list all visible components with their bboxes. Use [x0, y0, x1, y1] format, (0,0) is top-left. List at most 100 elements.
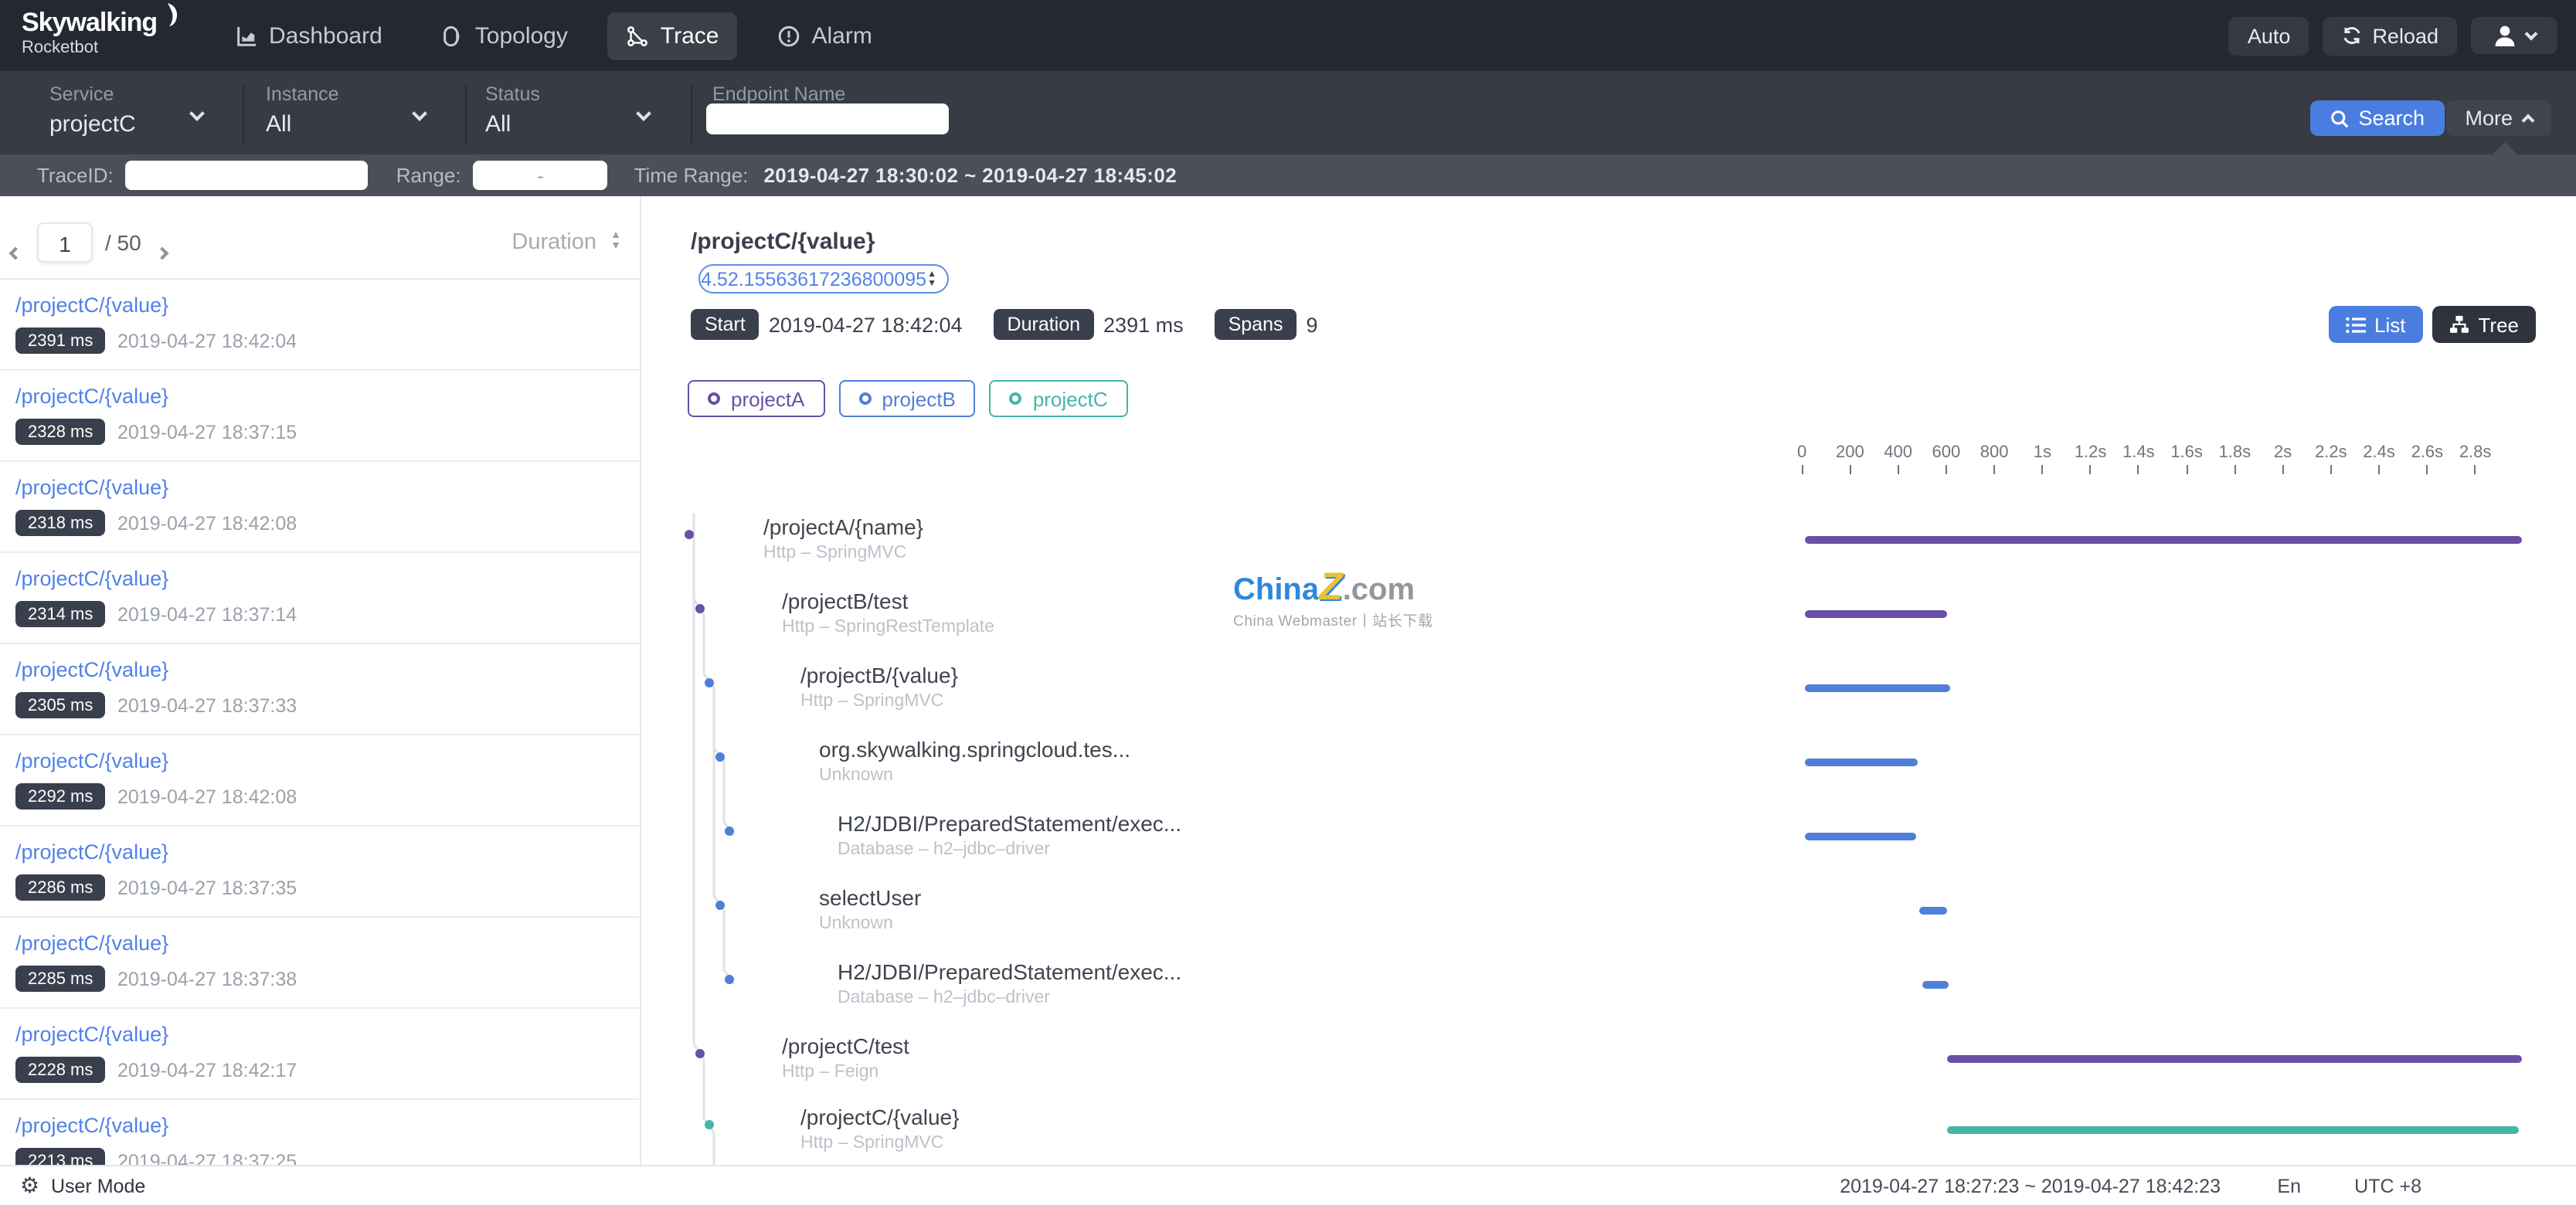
- span-bar[interactable]: [1922, 980, 1949, 988]
- span-name[interactable]: /projectA/{name}: [763, 514, 923, 539]
- duration-badge: 2391 ms: [15, 328, 105, 354]
- span-bar[interactable]: [1806, 832, 1917, 840]
- sort-arrows-icon[interactable]: ▲▼: [610, 230, 621, 252]
- trace-list-item[interactable]: /projectC/{value} 2328 ms 2019-04-27 18:…: [0, 371, 640, 462]
- trace-endpoint-link[interactable]: /projectC/{value}: [15, 567, 168, 590]
- trace-list: /projectC/{value} 2391 ms 2019-04-27 18:…: [0, 280, 640, 1205]
- trace-id-select[interactable]: 4.52.15563617236800095 ▲▼: [698, 264, 949, 294]
- span-tree-connectors: [680, 510, 773, 1166]
- span-name[interactable]: /projectC/test: [782, 1034, 909, 1058]
- search-button[interactable]: Search: [2310, 100, 2445, 136]
- endpoint-name-input[interactable]: [706, 104, 949, 134]
- span-bar[interactable]: [1948, 1125, 2519, 1133]
- span-node[interactable]: [725, 975, 734, 984]
- span-node[interactable]: [725, 827, 734, 836]
- span-bar[interactable]: [1806, 684, 1950, 691]
- trace-endpoint-link[interactable]: /projectC/{value}: [15, 932, 168, 955]
- trace-list-item[interactable]: /projectC/{value} 2228 ms 2019-04-27 18:…: [0, 1009, 640, 1100]
- span-name[interactable]: /projectB/{value}: [800, 663, 958, 687]
- tab-alarm[interactable]: Alarm: [759, 12, 890, 59]
- span-bar[interactable]: [1806, 609, 1947, 617]
- trace-list-item[interactable]: /projectC/{value} 2285 ms 2019-04-27 18:…: [0, 918, 640, 1009]
- more-panel-arrow: [2493, 142, 2517, 154]
- span-name[interactable]: H2/JDBI/PreparedStatement/exec...: [838, 959, 1181, 984]
- trace-list-item[interactable]: /projectC/{value} 2314 ms 2019-04-27 18:…: [0, 553, 640, 644]
- span-name[interactable]: H2/JDBI/PreparedStatement/exec...: [838, 811, 1181, 836]
- trace-endpoint-link[interactable]: /projectC/{value}: [15, 749, 168, 772]
- axis-tick: 800: [1970, 443, 2018, 477]
- page-number-input[interactable]: 1: [37, 222, 93, 263]
- legend-projectB[interactable]: projectB: [838, 380, 975, 417]
- range-input[interactable]: [474, 161, 608, 190]
- footer-time-range[interactable]: 2019-04-27 18:27:23 ~ 2019-04-27 18:42:2…: [1840, 1176, 2221, 1197]
- instance-chevron-icon[interactable]: [412, 106, 427, 121]
- span-name[interactable]: /projectC/{value}: [800, 1105, 959, 1129]
- tab-topology[interactable]: Topology: [423, 12, 586, 59]
- span-name[interactable]: /projectB/test: [782, 589, 908, 613]
- list-view-button[interactable]: List: [2328, 306, 2422, 343]
- legend-projectC[interactable]: projectC: [990, 380, 1128, 417]
- more-button[interactable]: More: [2446, 100, 2551, 136]
- span-node[interactable]: [715, 901, 724, 910]
- duration-badge: 2285 ms: [15, 966, 105, 992]
- duration-badge: 2286 ms: [15, 874, 105, 901]
- prev-page-button[interactable]: [11, 238, 20, 266]
- auto-button[interactable]: Auto: [2229, 16, 2309, 55]
- trace-endpoint-link[interactable]: /projectC/{value}: [15, 294, 168, 317]
- trace-id-option: 4.52.15563617236800095: [700, 268, 927, 290]
- reload-button[interactable]: Reload: [2323, 16, 2457, 55]
- span-bar[interactable]: [1806, 535, 2522, 543]
- span-node[interactable]: [685, 530, 694, 539]
- tab-alarm-label: Alarm: [811, 22, 872, 49]
- trace-start-time: 2019-04-27 18:42:04: [117, 331, 297, 352]
- trace-icon: [627, 24, 650, 47]
- language-toggle[interactable]: En: [2277, 1176, 2301, 1197]
- trace-endpoint-link[interactable]: /projectC/{value}: [15, 658, 168, 681]
- trace-list-item[interactable]: /projectC/{value} 2318 ms 2019-04-27 18:…: [0, 462, 640, 553]
- tab-trace[interactable]: Trace: [608, 12, 738, 59]
- chevron-up-icon: [2522, 114, 2535, 127]
- trace-endpoint-link[interactable]: /projectC/{value}: [15, 840, 168, 864]
- endpoint-label: Endpoint Name: [712, 83, 845, 105]
- tree-icon: [2449, 315, 2469, 334]
- span-node[interactable]: [695, 1049, 704, 1058]
- trace-list-item[interactable]: /projectC/{value} 2391 ms 2019-04-27 18:…: [0, 280, 640, 371]
- span-node[interactable]: [705, 678, 714, 687]
- service-select[interactable]: Service projectC: [49, 83, 136, 137]
- trace-endpoint-link[interactable]: /projectC/{value}: [15, 385, 168, 408]
- logo[interactable]: Skywalking Rocketbot: [22, 8, 178, 57]
- service-chevron-icon[interactable]: [189, 106, 205, 121]
- span-bar[interactable]: [1806, 758, 1918, 765]
- status-chevron-icon[interactable]: [636, 106, 651, 121]
- next-page-button[interactable]: [158, 238, 167, 266]
- select-arrows-icon: ▲▼: [927, 270, 936, 288]
- gear-icon[interactable]: ⚙: [20, 1173, 39, 1199]
- traceid-input[interactable]: [126, 161, 369, 190]
- trace-list-item[interactable]: /projectC/{value} 2292 ms 2019-04-27 18:…: [0, 735, 640, 827]
- span-node[interactable]: [705, 1120, 714, 1129]
- service-label: Service: [49, 83, 136, 105]
- user-mode-label[interactable]: User Mode: [51, 1176, 145, 1197]
- span-bar[interactable]: [1948, 1054, 2522, 1062]
- instance-select[interactable]: Instance All: [266, 83, 339, 137]
- service-legend: projectA projectB projectC: [688, 380, 1128, 417]
- trace-endpoint-link[interactable]: /projectC/{value}: [15, 1114, 168, 1137]
- span-node[interactable]: [715, 752, 724, 762]
- span-name[interactable]: org.skywalking.springcloud.tes...: [819, 737, 1130, 762]
- trace-endpoint-link[interactable]: /projectC/{value}: [15, 476, 168, 499]
- trace-list-item[interactable]: /projectC/{value} 2286 ms 2019-04-27 18:…: [0, 827, 640, 918]
- divider: [691, 85, 692, 144]
- trace-list-item[interactable]: /projectC/{value} 2305 ms 2019-04-27 18:…: [0, 644, 640, 735]
- legend-projectA[interactable]: projectA: [688, 380, 824, 417]
- span-bar[interactable]: [1918, 906, 1947, 914]
- span-name[interactable]: selectUser: [819, 885, 921, 910]
- timezone-label[interactable]: UTC +8: [2354, 1176, 2421, 1197]
- status-select[interactable]: Status All: [485, 83, 540, 137]
- endpoint-field: Endpoint Name: [712, 83, 845, 105]
- user-menu-button[interactable]: [2471, 17, 2557, 54]
- tab-dashboard[interactable]: Dashboard: [216, 12, 401, 59]
- trace-endpoint-link[interactable]: /projectC/{value}: [15, 1023, 168, 1046]
- legend-projectC-label: projectC: [1033, 387, 1108, 410]
- span-node[interactable]: [695, 604, 704, 613]
- tree-view-button[interactable]: Tree: [2432, 306, 2537, 343]
